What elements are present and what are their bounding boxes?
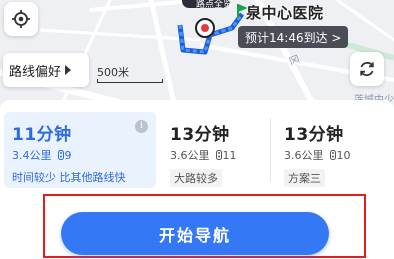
route-distance: 3.6公里 — [284, 149, 324, 162]
route-tag: 方案三 — [284, 169, 325, 187]
refresh-button[interactable] — [350, 52, 384, 86]
route-preference-label: 路线偏好 — [9, 64, 62, 80]
refresh-icon — [360, 61, 374, 77]
route-distance: 3.4公里 — [12, 149, 52, 162]
route-option-2[interactable]: 13分钟 3.6公里 11 大路较多 — [162, 112, 270, 188]
route-meta: 3.4公里 9 — [12, 147, 156, 163]
route-time: 13分钟 — [170, 125, 230, 145]
overview-label: 路点全览 — [196, 0, 233, 10]
destination-label: 泉中心医院 — [246, 4, 324, 22]
route-traffic-lights: 9 — [64, 148, 72, 162]
traffic-light-icon — [215, 150, 222, 160]
locate-icon — [12, 10, 30, 28]
eta-bubble[interactable]: 预计14:46到达 > — [238, 26, 349, 48]
start-navigation-button[interactable]: 开始导航 — [61, 212, 329, 255]
map-view[interactable]: 路点全览 泉中心医院 预计14:46到达 > 区 莲城中少 路线偏好 500米 — [0, 0, 394, 108]
route-preference-button[interactable]: 路线偏好 — [3, 53, 89, 87]
route-traffic-lights: 11 — [222, 148, 237, 162]
caret-right-icon — [65, 65, 72, 75]
locate-button[interactable] — [4, 2, 38, 36]
route-option-1[interactable]: 11分钟 3.4公里 9 时间较少 比其他路线快 i — [4, 112, 156, 188]
route-meta: 3.6公里 10 — [284, 147, 388, 163]
map-scale-label: 500米 — [97, 66, 129, 79]
map-scale-bar — [97, 79, 163, 83]
route-traffic-lights: 10 — [336, 148, 351, 162]
divider — [270, 118, 271, 182]
route-tag: 时间较少 比其他路线快 — [12, 171, 126, 184]
traffic-light-icon — [57, 150, 64, 160]
route-meta: 3.6公里 11 — [170, 147, 270, 163]
current-position-icon — [195, 18, 215, 38]
route-tag: 大路较多 — [170, 169, 222, 187]
route-distance: 3.6公里 — [170, 149, 210, 162]
info-icon[interactable]: i — [135, 120, 148, 133]
route-time: 13分钟 — [284, 125, 344, 145]
route-option-3[interactable]: 13分钟 3.6公里 10 方案三 — [276, 112, 388, 188]
traffic-light-icon — [329, 150, 336, 160]
